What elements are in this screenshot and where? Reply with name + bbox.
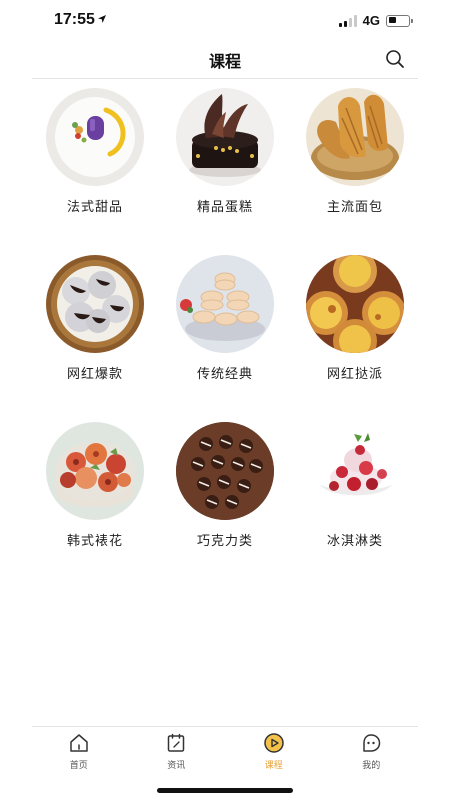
course-thumbnail	[176, 422, 274, 520]
search-icon	[386, 50, 404, 68]
profile-icon	[363, 734, 381, 752]
course-item-premium-cake[interactable]: 精品蛋糕	[160, 86, 290, 253]
course-item-korean-piping[interactable]: 韩式裱花	[30, 420, 160, 587]
course-item-chocolate[interactable]: 巧克力类	[160, 420, 290, 587]
tab-home[interactable]: 首页	[30, 732, 128, 772]
tab-bar: 首页 资讯 课程 我的	[30, 732, 420, 772]
course-thumbnail	[306, 422, 404, 520]
course-thumbnail	[176, 88, 274, 186]
course-thumbnail	[306, 88, 404, 186]
tab-label: 我的	[362, 761, 381, 771]
course-item-mainstream-bread[interactable]: 主流面包	[290, 86, 420, 253]
signal-icon	[338, 14, 357, 27]
nav-header: 课程	[0, 40, 450, 78]
course-item-ice-cream[interactable]: 冰淇淋类	[290, 420, 420, 587]
course-label: 韩式裱花	[66, 534, 123, 549]
status-indicators: 4G	[338, 13, 413, 28]
course-label: 网红挞派	[326, 367, 383, 382]
course-thumbnail	[306, 255, 404, 353]
course-thumbnail	[176, 255, 274, 353]
course-label: 巧克力类	[196, 534, 253, 549]
course-thumbnail	[46, 422, 144, 520]
course-item-french-dessert[interactable]: 法式甜品	[30, 86, 160, 253]
course-label: 冰淇淋类	[326, 534, 383, 549]
play-icon	[264, 733, 284, 753]
course-label: 法式甜品	[66, 200, 123, 215]
course-label: 精品蛋糕	[196, 200, 253, 215]
tab-label: 课程	[264, 761, 283, 771]
home-indicator	[157, 788, 293, 793]
battery-icon	[386, 14, 413, 27]
status-time: 17:55	[54, 11, 95, 28]
home-icon	[70, 734, 88, 752]
course-thumbnail	[46, 255, 144, 353]
page-title: 课程	[208, 52, 241, 71]
header-divider	[32, 78, 418, 79]
tab-label: 首页	[69, 761, 88, 771]
tab-news[interactable]: 资讯	[128, 732, 226, 772]
course-label: 传统经典	[196, 367, 253, 382]
tab-label: 资讯	[167, 761, 186, 771]
network-type: 4G	[362, 13, 380, 28]
status-bar: 17:55 4G	[0, 0, 450, 40]
course-item-viral-tarts[interactable]: 网红挞派	[290, 253, 420, 420]
search-button[interactable]	[384, 48, 406, 70]
course-label: 网红爆款	[66, 367, 123, 382]
tab-profile[interactable]: 我的	[323, 732, 421, 772]
course-label: 主流面包	[326, 200, 383, 215]
location-arrow-icon	[98, 15, 106, 23]
news-icon	[168, 733, 185, 752]
course-item-traditional-classics[interactable]: 传统经典	[160, 253, 290, 420]
tab-courses[interactable]: 课程	[225, 732, 323, 772]
course-thumbnail	[46, 88, 144, 186]
course-item-viral-hits[interactable]: 网红爆款	[30, 253, 160, 420]
course-grid: 法式甜品 精品蛋糕 主流面包 网红爆款 传统经典 网红挞派 韩式裱花 巧克力类 …	[30, 86, 420, 587]
tabbar-divider	[32, 726, 418, 727]
